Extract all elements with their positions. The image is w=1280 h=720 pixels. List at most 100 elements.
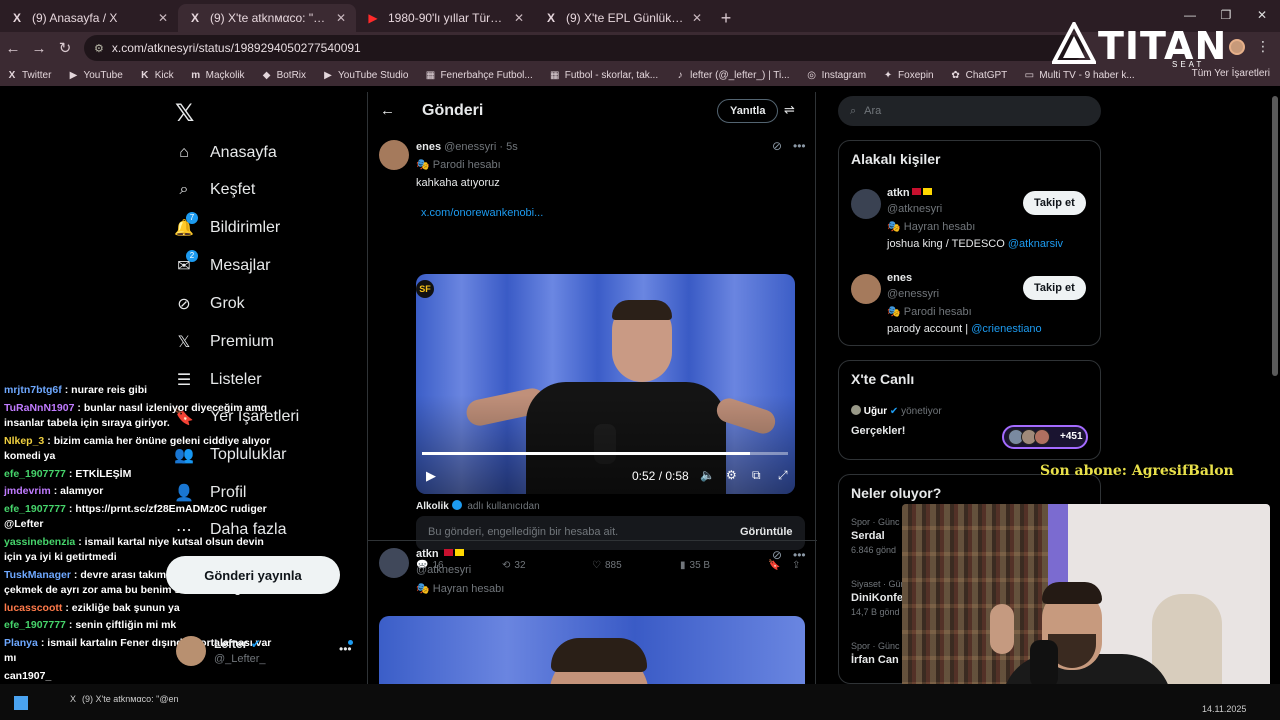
bookmark-favicon-icon: K (141, 69, 149, 81)
nav-item-mesajlar[interactable]: ✉ 2 Mesajlar (174, 250, 270, 276)
close-window-icon[interactable]: ✕ (1244, 0, 1280, 32)
windows-start-icon[interactable] (14, 696, 28, 710)
bookmark-favicon-icon: ✿ (951, 69, 960, 81)
url-text: x.com/atknesyri/status/19892940502775400… (111, 41, 361, 55)
picture-in-picture-icon[interactable]: ⧉ (752, 468, 761, 483)
account-switcher[interactable]: Lefter ✔ @_Lefter_ ••• (176, 634, 356, 670)
bookmark-item[interactable]: ♪ lefter (@_lefter_) | Ti... (674, 69, 790, 81)
bookmark-favicon-icon: m (191, 69, 201, 81)
bookmark-item[interactable]: K Kick (139, 70, 174, 81)
fullscreen-icon[interactable]: ⤢ (778, 468, 788, 483)
play-icon[interactable]: ▶ (426, 468, 436, 484)
person-name: enes (887, 272, 913, 284)
taskbar-item[interactable]: X (9) X'te atknмαco: "@en (70, 694, 179, 704)
verified-icon: ✔ (889, 406, 899, 417)
space-title[interactable]: Gerçekler! (851, 425, 905, 437)
follow-button[interactable]: Takip et (1023, 276, 1086, 300)
new-tab-button[interactable]: + (712, 4, 740, 32)
bookmark-item[interactable]: ▶ YouTube (67, 70, 123, 81)
bookmark-item[interactable]: ▦ Fenerbahçe Futbol... (424, 69, 533, 81)
post-button[interactable]: Gönderi yayınla (166, 556, 340, 594)
titan-logo-sub: SEAT (1172, 60, 1205, 69)
reply-button[interactable]: Yanıtla (717, 99, 779, 123)
video-player[interactable]: SF ▶ 0:52 / 0:58 🔈 ⚙ ⧉ ⤢ (416, 274, 795, 494)
page-title: Gönderi (422, 102, 484, 119)
trend-item[interactable]: Spor · Günc Serdal 6.846 gönd (851, 517, 900, 555)
bookmark-favicon-icon: ▦ (425, 69, 436, 81)
notification-badge: 7 (186, 212, 198, 224)
tweet-handle: @enessyri (444, 141, 497, 153)
chat-message: efe_1907777: senin çiftliğin mi mk (4, 619, 177, 631)
back-arrow-icon[interactable]: ← (380, 102, 395, 119)
bookmark-favicon-icon: ♪ (677, 69, 683, 81)
close-tab-icon[interactable]: ✕ (158, 11, 168, 25)
nav-item-bildirimler[interactable]: 🔔 7 Bildirimler (174, 212, 280, 238)
chat-message: Nlkep_3: bizim camia her önüne geleni ci… (4, 434, 271, 463)
more-icon[interactable]: ••• (793, 548, 806, 562)
browser-tab[interactable]: ▶ 1980-90'lı yıllar Türkiye'nin baş ✕ (356, 4, 534, 32)
space-host[interactable]: Uğur ✔ yönetiyor (851, 405, 942, 417)
bookmark-item[interactable]: ✿ ChatGPT (950, 69, 1007, 81)
account-label: 🎭 Hayran hesabı (416, 583, 505, 595)
close-tab-icon[interactable]: ✕ (692, 11, 702, 25)
chat-text: nurare reis gibi (71, 384, 148, 396)
person-bio: parody account | @crienestiano (887, 323, 1042, 335)
browser-menu-icon[interactable]: ⋮ (1256, 38, 1270, 55)
search-input[interactable]: ⌕ Ara (838, 96, 1101, 126)
more-icon[interactable]: ••• (793, 139, 806, 153)
quoted-author[interactable]: Alkolik adlı kullanıcıdan (416, 500, 540, 512)
forward-icon[interactable]: → (26, 40, 52, 57)
nav-item-premium[interactable]: 𝕏 Premium (174, 332, 274, 352)
nav-item-keşfet[interactable]: ⌕ Keşfet (174, 180, 256, 200)
tweet-link[interactable]: x.com/onorewankenobi... (421, 207, 543, 219)
reload-icon[interactable]: ↻ (52, 39, 78, 57)
bookmark-item[interactable]: ◎ Instagram (806, 70, 866, 81)
view-button[interactable]: Görüntüle (740, 526, 793, 538)
tweet-author[interactable]: enes @enessyri · 5s (416, 141, 518, 153)
trend-item[interactable]: Spor · Günc İrfan Can (851, 641, 900, 666)
tweet-author[interactable]: atkn (416, 548, 464, 560)
bookmark-item[interactable]: ▭ Multi TV - 9 haber k... (1023, 69, 1135, 81)
back-icon[interactable]: ← (0, 40, 26, 57)
bookmark-item[interactable]: ◆ BotRix (261, 70, 306, 81)
site-info-icon[interactable]: ⚙ (94, 42, 104, 55)
x-logo-icon: X (546, 11, 555, 25)
close-tab-icon[interactable]: ✕ (336, 11, 346, 25)
avatar[interactable] (379, 548, 409, 578)
bookmark-favicon-icon: ▭ (1024, 69, 1035, 81)
sliders-icon[interactable]: ⇌ (784, 102, 795, 118)
x-logo-icon[interactable]: 𝕏 (175, 99, 194, 127)
bookmark-favicon-icon: ▶ (324, 69, 332, 81)
bookmark-item[interactable]: ✦ Foxepin (882, 70, 934, 81)
close-tab-icon[interactable]: ✕ (514, 11, 524, 25)
volume-icon[interactable]: 🔈 (700, 468, 715, 482)
nav-item-anasayfa[interactable]: ⌂ Anasayfa (174, 143, 277, 163)
related-person[interactable]: atkn @atknesyri 🎭 Hayran hesabı joshua k… (851, 187, 1101, 263)
account-label: 🎭 Hayran hesabı (887, 221, 976, 233)
tab-title: (9) Anasayfa / X (32, 11, 118, 25)
main-column: ← Gönderi Yanıtla ⇌ enes @enessyri · 5s … (367, 92, 817, 720)
url-input[interactable]: ⚙ x.com/atknesyri/status/198929405027754… (84, 35, 1084, 61)
person-name: atkn (887, 187, 932, 199)
bookmark-item[interactable]: ▦ Futbol - skorlar, tak... (549, 70, 658, 81)
video-progress-bar[interactable] (422, 452, 788, 455)
listeners-pill[interactable]: +451 (1002, 425, 1088, 449)
settings-icon[interactable]: ⚙ (726, 468, 737, 482)
bookmark-item[interactable]: m Maçkolik (190, 69, 244, 81)
related-person[interactable]: enes @enessyri 🎭 Parodi hesabı parody ac… (851, 272, 1101, 348)
bookmark-item[interactable]: X Twitter (6, 70, 52, 81)
grok-icon[interactable]: ⊘ (772, 139, 782, 153)
bookmark-item[interactable]: ▶ YouTube Studio (322, 70, 408, 81)
browser-tab[interactable]: X (9) Anasayfa / X ✕ (0, 4, 178, 32)
browser-tab-active[interactable]: X (9) X'te atknмαco: "@enessyri h ✕ (178, 4, 356, 32)
trend-item[interactable]: Siyaset · Gün DiniKonfe 14,7 B gönd (851, 579, 906, 617)
browser-profile-avatar[interactable] (1229, 39, 1245, 55)
follow-button[interactable]: Takip et (1023, 191, 1086, 215)
avatar[interactable] (379, 140, 409, 170)
page-scrollbar[interactable] (1272, 96, 1278, 376)
titan-logo: TITAN SEAT (1050, 19, 1227, 70)
mask-icon: 🎭 (416, 583, 430, 595)
nav-item-grok[interactable]: ⊘ Grok (174, 294, 244, 314)
browser-tab[interactable]: X (9) X'te EPL Günlükleri: "TR Yusu ✕ (534, 4, 712, 32)
grok-icon[interactable]: ⊘ (772, 548, 782, 562)
